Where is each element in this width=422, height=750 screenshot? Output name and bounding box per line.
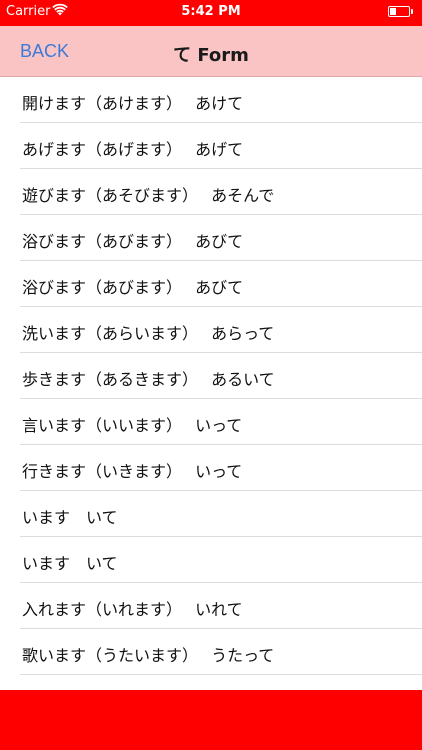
clock-time: 5:42 PM	[181, 4, 241, 19]
battery-icon	[388, 6, 413, 17]
list-item[interactable]: 歩きます（あるきます） あるいて	[0, 353, 422, 399]
list-item-label: 開けます（あけます） あけて	[22, 94, 244, 113]
list-item[interactable]: います いて	[0, 491, 422, 537]
verb-list[interactable]: 開けます（あけます） あけて あげます（あげます） あげて遊びます（あそびます） …	[0, 77, 422, 690]
list-item-label: 歩きます（あるきます） あるいて	[22, 370, 275, 389]
list-item-label: あげます（あげます） あげて	[22, 140, 244, 159]
list-item[interactable]: 浴びます（あびます） あびて	[0, 215, 422, 261]
list-item[interactable]: 歌います（うたいます） うたって	[0, 629, 422, 675]
page-title: て Form	[173, 45, 249, 66]
list-item-label: 行きます（いきます） いって	[22, 462, 243, 481]
list-item-label: 浴びます（あびます） あびて	[22, 232, 244, 251]
bottom-banner	[0, 690, 422, 750]
list-item-label: 遊びます（あそびます） あそんで	[22, 186, 275, 205]
list-item-label: 洗います（あらいます） あらって	[22, 324, 275, 343]
list-item[interactable]: 開けます（あけます） あけて	[0, 77, 422, 123]
list-item[interactable]: あげます（あげます） あげて	[0, 123, 422, 169]
list-item-label: います いて	[22, 554, 118, 573]
list-item-label: 歌います（うたいます） うたって	[22, 646, 275, 665]
list-item-label: 浴びます（あびます） あびて	[22, 278, 244, 297]
list-item[interactable]: 入れます（いれます） いれて	[0, 583, 422, 629]
navigation-bar: BACK て Form	[0, 26, 422, 77]
list-item-label: 言います（いいます） いって	[22, 416, 243, 435]
list-item[interactable]: 行きます（いきます） いって	[0, 445, 422, 491]
list-item[interactable]: 洗います（あらいます） あらって	[0, 307, 422, 353]
list-item[interactable]: 言います（いいます） いって	[0, 399, 422, 445]
list-item-label: います いて	[22, 508, 118, 527]
list-item-label: 入れます（いれます） いれて	[22, 600, 243, 619]
list-item[interactable]: 遊びます（あそびます） あそんで	[0, 169, 422, 215]
status-bar: Carrier 5:42 PM	[0, 0, 422, 26]
list-item[interactable]: います いて	[0, 537, 422, 583]
list-item[interactable]: 売れます（うれます） うって	[0, 675, 422, 690]
list-item[interactable]: 浴びます（あびます） あびて	[0, 261, 422, 307]
